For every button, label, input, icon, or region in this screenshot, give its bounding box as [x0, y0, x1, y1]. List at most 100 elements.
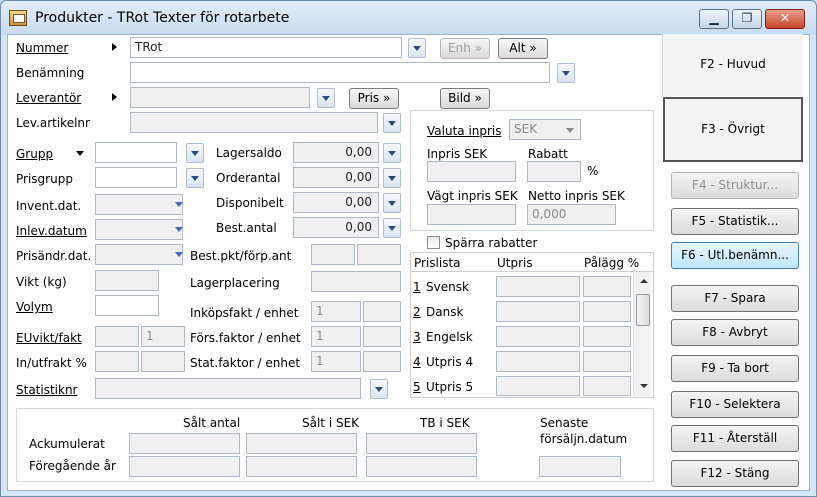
statfaktor-field[interactable]: 1 [311, 351, 361, 372]
f8-avbryt-button[interactable]: F8 - Avbryt [671, 319, 799, 346]
prisandr-dat-dropdown-button[interactable] [174, 245, 184, 265]
nummer-arrow-icon[interactable] [112, 43, 117, 51]
f12-stang-button[interactable]: F12 - Stäng [671, 460, 799, 487]
prisandr-dat-field[interactable] [95, 244, 183, 265]
title-bar[interactable]: Produkter - TRot Texter för rotarbete ▁ … [1, 1, 816, 35]
tab-f2-huvud[interactable]: F2 - Huvud [662, 34, 803, 96]
grupp-menu-icon[interactable] [76, 151, 84, 156]
leverantor-dropdown-button[interactable] [317, 88, 335, 108]
lagersaldo-label: Lagersaldo [216, 146, 282, 160]
forsfaktor-field[interactable]: 1 [311, 326, 361, 347]
inkopsfakt-field[interactable]: 1 [311, 301, 361, 322]
enh-button[interactable]: Enh » [440, 38, 490, 59]
nummer-dropdown-button[interactable] [408, 38, 426, 58]
pricelist-row-4-palagg[interactable] [583, 351, 631, 372]
statistiknr-field[interactable] [95, 378, 361, 399]
forsfaktor-unit-field[interactable] [363, 326, 401, 347]
pricelist-row-5-palagg[interactable] [583, 376, 631, 396]
grupp-label: Grupp [16, 147, 54, 161]
benamning-field[interactable] [130, 62, 550, 83]
lev-artikelnr-dropdown-button[interactable] [383, 113, 401, 133]
statistiknr-dropdown-button[interactable] [370, 379, 388, 399]
best-antal-dropdown-button[interactable] [383, 218, 401, 238]
nummer-field[interactable]: TRot [130, 37, 402, 58]
pricelist-row-2-num: 2 [413, 305, 421, 319]
invent-dat-dropdown-button[interactable] [174, 195, 184, 215]
ackumulerat-salt-antal [129, 433, 240, 454]
rabatt-field[interactable] [527, 161, 581, 182]
valuta-chevron-down-icon[interactable] [566, 128, 574, 133]
disponibelt-dropdown-button[interactable] [383, 193, 401, 213]
leverantor-arrow-icon[interactable] [112, 93, 117, 101]
scroll-thumb[interactable] [636, 294, 650, 326]
scroll-up-icon[interactable] [640, 279, 648, 283]
f9-ta-bort-button[interactable]: F9 - Ta bort [671, 355, 799, 382]
scroll-down-icon[interactable] [640, 384, 648, 388]
in-utfrakt-label: In/utfrakt % [16, 356, 87, 370]
rabatt-unit: % [587, 164, 599, 178]
lagerplacering-field[interactable] [311, 271, 401, 292]
best-pkt-label: Best.pkt/förp.ant [190, 249, 292, 263]
pricelist-row-2-palagg[interactable] [583, 301, 631, 322]
pris-button[interactable]: Pris » [349, 88, 399, 109]
pricelist-row-3-utpris[interactable] [496, 326, 580, 347]
pricelist-row-5-name: Utpris 5 [426, 380, 474, 394]
lev-artikelnr-field[interactable] [130, 112, 378, 133]
inlev-datum-dropdown-button[interactable] [174, 220, 184, 240]
app-icon [9, 10, 27, 26]
leverantor-field[interactable] [130, 87, 310, 108]
minimize-button[interactable]: ▁ [699, 9, 729, 29]
sparra-rabatter-checkbox[interactable] [427, 236, 440, 249]
f4-struktur-button[interactable]: F4 - Struktur... [671, 172, 799, 199]
f7-spara-button[interactable]: F7 - Spara [671, 285, 799, 312]
statfaktor-label: Stat.faktor / enhet [190, 356, 301, 370]
inlev-datum-field[interactable] [95, 219, 183, 240]
benamning-dropdown-button[interactable] [557, 63, 575, 83]
prislista-header: Prislista [414, 256, 461, 270]
fakt-field[interactable]: 1 [141, 326, 185, 347]
vagt-inpris-label: Vägt inpris SEK [427, 189, 518, 203]
tab-f3-ovrigt[interactable]: F3 - Övrigt [663, 97, 803, 162]
orderantal-field: 0,00 [293, 167, 379, 188]
pricelist-row-2-utpris[interactable] [496, 301, 580, 322]
pricelist-row-3-palagg[interactable] [583, 326, 631, 347]
foregaende-salt-antal [129, 456, 240, 477]
f10-selektera-button[interactable]: F10 - Selektera [671, 391, 799, 418]
inpris-field[interactable] [427, 161, 516, 182]
f11-aterstall-button[interactable]: F11 - Återställ [671, 425, 799, 452]
close-button[interactable]: ✕ [765, 9, 805, 29]
euvikt-field[interactable] [95, 326, 139, 347]
pricelist-header-divider [410, 271, 654, 272]
infrakt-field[interactable] [95, 351, 139, 372]
pricelist-row-4-utpris[interactable] [496, 351, 580, 372]
vikt-field[interactable] [95, 270, 159, 291]
inpris-label: Inpris SEK [427, 147, 488, 161]
orderantal-dropdown-button[interactable] [383, 168, 401, 188]
invent-dat-field[interactable] [95, 194, 183, 215]
f5-statistik-button[interactable]: F5 - Statistik... [671, 208, 799, 235]
f6-utl-benamn-button[interactable]: F6 - Utl.benämn... [671, 242, 799, 269]
pricelist-scrollbar[interactable] [633, 272, 651, 396]
prisgrupp-field[interactable] [95, 167, 177, 188]
grupp-field[interactable] [95, 142, 177, 163]
volym-field[interactable] [95, 295, 159, 316]
grupp-dropdown-button[interactable] [186, 143, 204, 163]
maximize-button[interactable]: ❐ [732, 9, 762, 29]
forp-ant-field[interactable] [357, 244, 401, 265]
orderantal-label: Orderantal [216, 171, 281, 185]
utfrakt-field[interactable] [141, 351, 185, 372]
window-title: Produkter - TRot Texter för rotarbete [35, 10, 290, 26]
alt-button[interactable]: Alt » [498, 38, 548, 59]
pricelist-row-1-palagg[interactable] [583, 276, 631, 297]
inkopsfakt-unit-field[interactable] [363, 301, 401, 322]
salt-antal-header: Sålt antal [183, 416, 241, 430]
bild-button[interactable]: Bild » [440, 88, 490, 109]
sparra-rabatter-label: Spärra rabatter [445, 236, 538, 250]
lagersaldo-dropdown-button[interactable] [383, 143, 401, 163]
statfaktor-unit-field[interactable] [363, 351, 401, 372]
best-pkt-field[interactable] [311, 244, 355, 265]
pricelist-row-5-utpris[interactable] [496, 376, 580, 396]
foregaende-salt-sek [246, 456, 357, 477]
pricelist-row-1-utpris[interactable] [496, 276, 580, 297]
prisgrupp-dropdown-button[interactable] [186, 168, 204, 188]
